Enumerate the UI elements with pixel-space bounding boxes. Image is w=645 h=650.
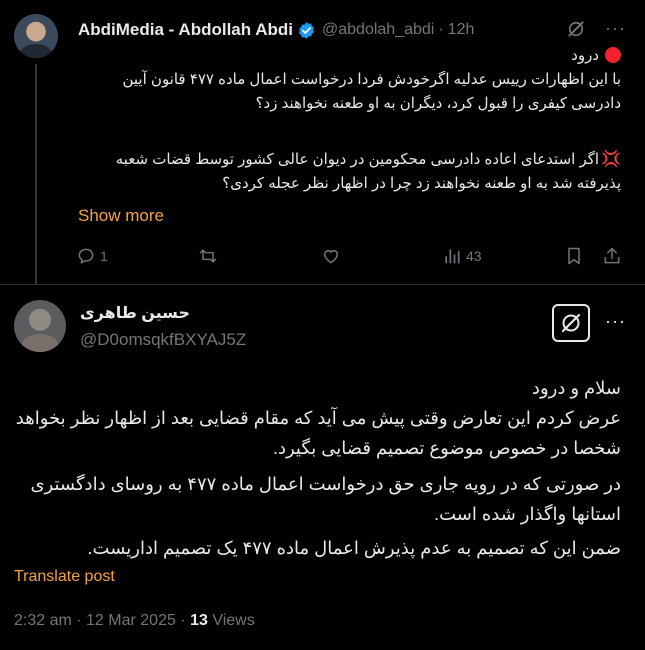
author-handle[interactable]: @abdolah_abdi [322,21,434,39]
avatar[interactable] [14,14,58,58]
tweet-header: AbdiMedia - Abdollah Abdi @abdolah_abdi … [78,18,474,42]
bookmark-icon [568,247,580,265]
tweet-meta: 2:32 am · 12 Mar 2025 · 13 Views [14,612,255,630]
tweet-text-line: پذیرفته شد به او طعنه نخواهند زد چرا در … [222,175,621,192]
retweet-button[interactable] [198,246,218,266]
author-name[interactable]: حسین طاهری [80,303,190,323]
share-icon [604,247,620,264]
more-icon[interactable]: ··· [605,311,626,332]
bookmark-button[interactable] [564,246,584,266]
reply-button[interactable]: 1 [76,246,108,266]
more-icon[interactable]: ··· [605,18,626,39]
show-more-link[interactable]: Show more [78,206,164,226]
analytics-icon [445,249,460,264]
reply-count: 1 [100,248,108,264]
divider [0,284,645,285]
like-icon [324,250,338,264]
anger-emoji: 💢 [601,151,621,168]
tweet-text-line: 💢اگر استدعای اعاده دادرسی محکومین در دیو… [115,151,621,168]
action-bar: 1 43 [76,246,628,272]
views-label: Views [207,612,255,629]
tweet-text-line: دادرسی کیفری را قبول کرد، دیگران به او ط… [255,95,621,112]
grok-icon[interactable] [566,19,586,39]
tweet-text-line: عرض کردم این تعارض وقتی پیش می آید که مق… [15,408,621,428]
author-name[interactable]: AbdiMedia - Abdollah Abdi [78,20,293,40]
views-count: 13 [190,612,208,629]
tweet-text-line: شخصا در خصوص موضوع تصمیم قضایی بگیرد. [272,438,621,458]
tweet-text-line: سلام و درود [531,378,621,398]
share-button[interactable] [602,246,622,266]
tweet-text-line: در صورتی که در رویه جاری حق درخواست اعما… [30,474,621,494]
tweet-text-line: درود [571,44,621,68]
tweet-text-line: با این اظهارات رییس عدلیه اگرخودش فردا د… [122,71,621,88]
verified-badge-icon [299,21,314,39]
grok-button[interactable] [552,304,590,342]
separator-dot: · [438,21,444,38]
reply-icon [78,248,94,265]
tweet-time[interactable]: 12h [448,21,475,39]
tweet-text-line: استانها واگذار شده است. [434,504,621,524]
like-button[interactable] [321,246,341,266]
timestamp[interactable]: 2:32 am · 12 Mar 2025 · [14,612,190,629]
grok-icon [561,313,581,333]
retweet-icon [199,249,217,263]
tweet-text-line: ضمن این که تصمیم به عدم پذیرش اعمال ماده… [87,538,621,558]
red-circle-emoji [605,47,621,63]
avatar[interactable] [14,300,66,352]
thread-line [35,64,37,284]
author-handle[interactable]: @D0omsqkfBXYAJ5Z [80,330,246,350]
analytics-button[interactable]: 43 [442,246,482,266]
translate-post-link[interactable]: Translate post [14,568,115,586]
views-count: 43 [466,248,482,264]
